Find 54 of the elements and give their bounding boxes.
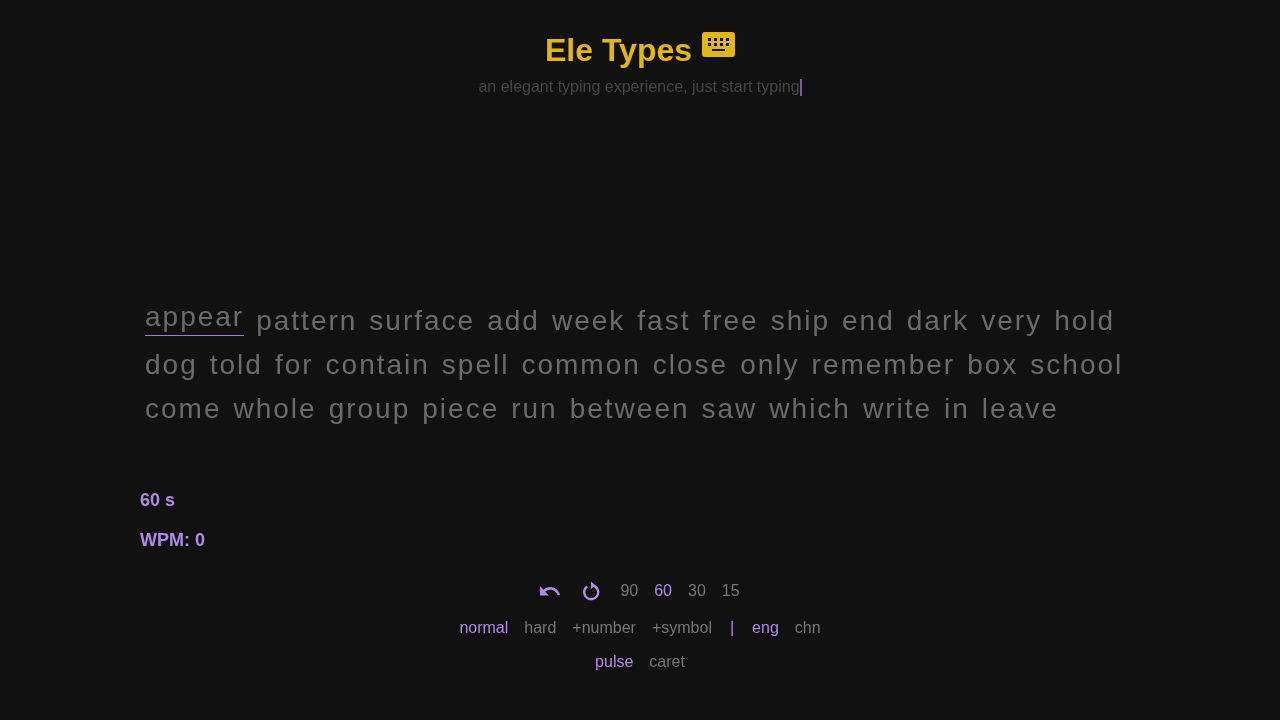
word: group [328,392,411,426]
word: ship [770,304,831,338]
word: whole [233,392,317,426]
word: which [769,392,851,426]
mode-option[interactable]: +number [572,618,636,638]
word: contain [325,348,430,382]
word: hold [1054,304,1116,338]
language-option[interactable]: chn [794,618,821,638]
wpm-text: WPM: 0 [140,529,205,552]
word: remember [811,348,956,382]
keyboard-icon [702,32,735,57]
duration-option[interactable]: 90 [620,581,639,601]
word: between [569,392,690,426]
word: come [145,392,222,426]
word: free [702,304,759,338]
word: leave [981,392,1059,426]
word: told [209,348,263,382]
word: school [1030,348,1124,382]
word: appear [145,299,245,336]
timer-text: 60 s [140,489,176,512]
word: add [487,304,540,338]
word: spell [441,348,510,382]
caret-style-option[interactable]: pulse [595,652,634,672]
word: very [981,304,1043,338]
word: end [842,304,895,338]
word: dark [906,304,970,338]
word: run [511,392,558,426]
word: piece [422,392,500,426]
word: close [652,348,729,382]
word: for [274,348,314,382]
word: saw [701,392,758,426]
word: pattern [256,304,358,338]
duration-option[interactable]: 15 [721,581,740,601]
word: dog [145,348,198,382]
mode-option[interactable]: normal [459,618,509,638]
word: only [740,348,800,382]
separator: | [729,618,735,638]
word: surface [369,304,476,338]
text-cursor-icon [799,78,802,96]
word: fast [637,304,691,338]
duration-option[interactable]: 30 [688,581,706,601]
language-option[interactable]: eng [752,618,779,638]
mode-option[interactable]: +symbol [651,618,712,638]
restart-icon[interactable] [582,581,601,601]
duration-option[interactable]: 60 [654,581,672,601]
caret-style-option[interactable]: caret [649,652,685,672]
word: write [862,392,933,426]
mode-option[interactable]: hard [524,618,557,638]
undo-icon[interactable] [540,585,563,597]
word: in [944,392,970,426]
word: week [551,304,626,338]
app-title: Ele Types [545,31,692,70]
word: box [967,348,1019,382]
word: common [521,348,641,382]
